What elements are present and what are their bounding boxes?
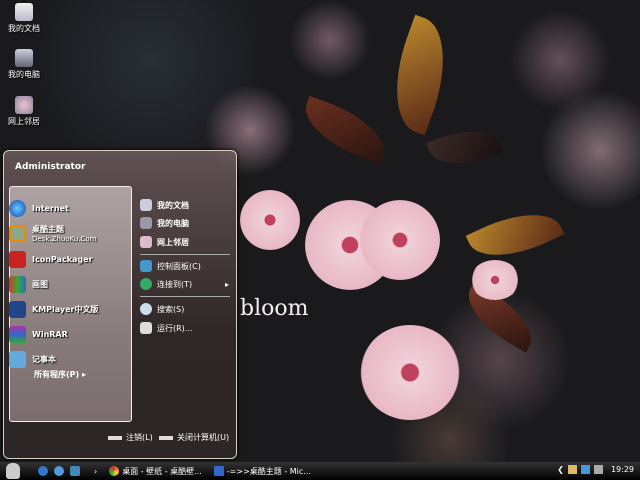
- menu-item-search[interactable]: 搜索(S): [140, 301, 184, 317]
- word-icon: [213, 466, 224, 476]
- shutdown-icon: [159, 435, 173, 440]
- ie-icon: [9, 199, 26, 217]
- divider: [140, 296, 230, 297]
- show-desktop-icon[interactable]: [70, 466, 80, 476]
- network-icon: [140, 236, 152, 248]
- run-icon: [140, 322, 152, 334]
- kmplayer-icon: [9, 300, 26, 318]
- folder-icon: [15, 3, 33, 21]
- menu-item-winrar[interactable]: WinRAR: [9, 324, 68, 344]
- clock[interactable]: 19:29: [611, 465, 634, 474]
- menu-item-notepad[interactable]: 记事本: [9, 349, 56, 369]
- user-name: Administrator: [15, 162, 86, 172]
- desktop-icon-network[interactable]: 网上邻居: [2, 96, 46, 127]
- tray-icon[interactable]: [567, 465, 577, 474]
- ie-icon[interactable]: [38, 466, 48, 476]
- menu-item-paint[interactable]: 画图: [9, 274, 48, 294]
- menu-item-control-panel[interactable]: 控制面板(C): [140, 258, 201, 274]
- wallpaper-text: bloom: [240, 296, 309, 321]
- menu-item-connect-to[interactable]: 连接到(T) ▸: [140, 276, 229, 292]
- paint-icon: [9, 275, 26, 293]
- arrow-right-icon: ▸: [225, 279, 230, 289]
- menu-item-network[interactable]: 网上邻居: [140, 234, 189, 250]
- system-tray: ❮ 19:29: [557, 465, 634, 474]
- divider: [140, 254, 230, 255]
- menu-item-my-documents[interactable]: 我的文档: [140, 197, 189, 213]
- folder-icon: [140, 199, 152, 211]
- volume-icon[interactable]: [593, 465, 603, 474]
- menu-item-theme[interactable]: 桌酷主题 Desk.ZhuoKu.Com: [9, 223, 96, 243]
- computer-icon: [140, 217, 152, 229]
- chevron-left-icon[interactable]: ❮: [557, 465, 564, 474]
- shutdown-button[interactable]: 关闭计算机(U): [159, 432, 229, 443]
- all-programs-button[interactable]: 所有程序(P) ▸: [34, 369, 86, 380]
- taskbar: › 桌面 - 壁纸 - 桌酷壁... -=>>桌酷主题 - Mic... ❮ 1…: [0, 462, 640, 480]
- control-panel-icon: [140, 260, 152, 272]
- arrow-right-icon: ▸: [81, 370, 86, 379]
- browser-icon[interactable]: [54, 466, 64, 476]
- desktop-icon-my-computer[interactable]: 我的电脑: [2, 49, 46, 80]
- chevron-right-icon[interactable]: ›: [94, 467, 97, 476]
- logoff-button[interactable]: 注销(L): [108, 432, 153, 443]
- menu-item-kmplayer[interactable]: KMPlayer中文版: [9, 299, 99, 319]
- theme-icon: [9, 224, 26, 242]
- menu-item-internet[interactable]: Internet: [9, 198, 69, 218]
- chrome-icon: [109, 466, 120, 476]
- start-menu: Administrator Internet 桌酷主题 Desk.ZhuoKu.C…: [3, 150, 237, 459]
- network-tray-icon[interactable]: [580, 465, 590, 474]
- taskbar-task[interactable]: 桌面 - 壁纸 - 桌酷壁...: [109, 466, 202, 477]
- desktop-icon-my-documents[interactable]: 我的文档: [2, 3, 46, 34]
- notepad-icon: [9, 350, 26, 368]
- menu-item-iconpackager[interactable]: IconPackager: [9, 249, 93, 269]
- computer-icon: [15, 49, 33, 67]
- globe-icon: [140, 278, 152, 290]
- search-icon: [140, 303, 152, 315]
- menu-item-my-computer[interactable]: 我的电脑: [140, 215, 189, 231]
- logoff-icon: [108, 435, 122, 440]
- iconpackager-icon: [9, 250, 26, 268]
- winrar-icon: [9, 325, 26, 343]
- start-button[interactable]: [6, 463, 20, 479]
- taskbar-task[interactable]: -=>>桌酷主题 - Mic...: [213, 466, 311, 477]
- network-icon: [15, 96, 33, 114]
- menu-item-run[interactable]: 运行(R)...: [140, 320, 192, 336]
